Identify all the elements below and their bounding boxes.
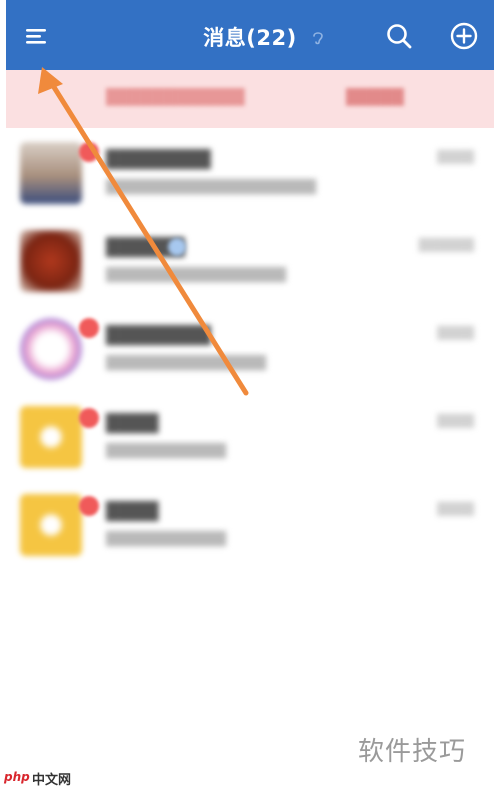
avatar [20,230,82,292]
conversation-row[interactable]: ██████ ██████████████████ ██████ [6,216,494,304]
unread-badge [79,408,99,428]
plus-circle-icon[interactable] [448,20,480,52]
conversation-row[interactable]: ████████ ████████████████ ████ [6,304,494,392]
avatar [20,318,82,380]
banner-link-blurred[interactable]: █████ [346,88,404,106]
conversation-time-blurred: ██████ [418,238,474,252]
search-icon[interactable] [383,20,415,52]
conversation-name-blurred: ████ [106,502,159,522]
conversation-name-blurred: ████████ [106,326,211,346]
notification-banner[interactable]: ████████████ █████ [6,70,494,128]
avatar [20,406,82,468]
conversation-time-blurred: ████ [437,502,474,516]
avatar [20,494,82,556]
logo-cn-text: 中文网 [32,773,72,788]
unread-badge [79,318,99,338]
watermark-text: 软件技巧 [358,737,467,767]
conversation-row[interactable]: ████ ████████████ ████ [6,392,494,480]
logo-php-text: php [4,770,30,784]
unread-badge [79,142,99,162]
conversation-preview-blurred: ████████████ [106,444,226,459]
conversation-time-blurred: ████ [437,150,474,164]
conversation-preview-blurred: ████████████ [106,532,226,547]
conversation-row[interactable]: ████ ████████████ ████ [6,480,494,568]
conversation-time-blurred: ████ [437,414,474,428]
conversation-preview-blurred: ██████████████████ [106,268,286,283]
unread-badge [79,496,99,516]
avatar [20,142,82,204]
ear-icon [313,32,323,45]
banner-text-blurred: ████████████ [106,88,245,106]
conversation-name-blurred: ████████ [106,150,211,170]
conversation-preview-blurred: ████████████████ [106,356,266,371]
conversation-name-blurred: ████ [106,414,159,434]
app-screen: 消息(22) ████████████ █████ ████████ █████… [6,0,494,766]
conversation-time-blurred: ████ [437,326,474,340]
app-header: 消息(22) [6,0,494,70]
verified-icon [168,238,186,256]
page-title: 消息(22) [203,26,297,50]
screenshot-frame: 消息(22) ████████████ █████ ████████ █████… [0,0,500,789]
conversation-preview-blurred: █████████████████████ [106,180,316,195]
conversation-row[interactable]: ████████ █████████████████████ ████ [6,128,494,216]
